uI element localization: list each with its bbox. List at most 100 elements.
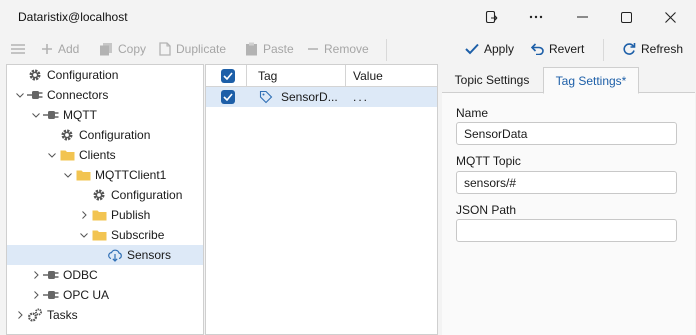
name-label: Name [456,106,489,120]
json-path-label: JSON Path [456,203,517,217]
chevron-right-icon[interactable] [79,205,89,225]
folder-icon [91,227,107,243]
row-checkbox[interactable] [221,87,235,107]
chevron-down-icon[interactable] [31,105,41,125]
tree-item-opc-ua[interactable]: OPC UA [7,285,203,305]
tree-item-configuration[interactable]: Configuration [7,65,203,85]
undo-icon [531,43,544,55]
column-header-value[interactable]: Value [353,65,383,87]
snap-layout-button[interactable] [470,0,514,34]
copy-button[interactable]: Copy [99,40,146,58]
tree-item-subscribe[interactable]: Subscribe [7,225,203,245]
grid-header: Tag Value [206,65,437,87]
hamburger-icon [11,44,25,54]
add-button[interactable]: Add [41,40,79,58]
tab-topic-settings[interactable]: Topic Settings [442,67,542,93]
tree-item-label: Publish [111,208,151,222]
tree-item-mqttclient1[interactable]: MQTTClient1 [7,165,203,185]
tree-item-label: Configuration [47,68,119,82]
refresh-button[interactable]: Refresh [622,40,683,58]
chevron-right-icon[interactable] [31,265,41,285]
tree-item-label: Configuration [79,128,151,142]
mqtt-topic-label: MQTT Topic [456,154,521,168]
tag-cell: SensorD... [281,90,338,104]
select-all-checkbox[interactable] [221,65,235,87]
plug-icon [43,287,59,303]
menu-button[interactable] [11,40,25,58]
table-row[interactable]: SensorD... ... [206,87,437,107]
tree-item-client-configuration[interactable]: Configuration [7,185,203,205]
tree-item-label: Tasks [47,308,78,322]
toolbar: Add Copy Duplicate Paste Remove Apply Re… [0,34,696,64]
revert-label: Revert [549,42,585,56]
remove-button[interactable]: Remove [307,40,369,58]
cloud-download-icon [107,247,123,263]
tag-grid: Tag Value SensorD... ... [205,64,438,335]
detail-panel: Topic Settings Tag Settings* Name Sensor… [442,64,695,335]
folder-icon [91,207,107,223]
tree-item-sensors[interactable]: Sensors [7,245,203,265]
paste-button[interactable]: Paste [245,40,294,58]
refresh-label: Refresh [641,42,684,56]
tree-item-tasks[interactable]: Tasks [7,305,203,325]
snap-icon [485,10,498,24]
refresh-icon [623,43,636,55]
tree-item-label: Clients [79,148,116,162]
minus-icon [308,48,318,50]
more-icon [529,15,543,19]
toolbar-separator [603,39,604,61]
chevron-right-icon[interactable] [31,285,41,305]
chevron-down-icon[interactable] [15,85,25,105]
maximize-icon [620,11,632,23]
window-title: Dataristix@localhost [18,10,128,24]
tree-item-odbc[interactable]: ODBC [7,265,203,285]
tree-item-label: ODBC [63,268,98,282]
close-button[interactable] [648,0,692,34]
checkbox-checked-icon [221,69,235,83]
tree-view: Configuration Connectors MQTT Configurat… [6,64,204,335]
column-divider [345,65,346,87]
tree-item-label: MQTT [63,108,97,122]
tree-item-publish[interactable]: Publish [7,205,203,225]
tree-item-label: MQTTClient1 [95,168,167,182]
column-divider [246,65,247,87]
checkbox-checked-icon [221,90,235,104]
tree-item-label: Configuration [111,188,183,202]
apply-button[interactable]: Apply [465,40,514,58]
chevron-down-icon[interactable] [47,145,57,165]
remove-label: Remove [324,42,369,56]
gear-icon [59,127,75,143]
chevron-down-icon[interactable] [63,165,73,185]
chevron-down-icon[interactable] [79,225,89,245]
tree-item-connectors[interactable]: Connectors [7,85,203,105]
plug-icon [43,107,59,123]
gear-icon [27,67,43,83]
json-path-field[interactable] [456,219,677,242]
minimize-button[interactable] [560,0,604,34]
tag-icon [259,87,273,107]
name-field[interactable]: SensorData [456,122,677,145]
mqtt-topic-field[interactable]: sensors/# [456,171,677,194]
more-options-button[interactable] [514,0,558,34]
plug-icon [43,267,59,283]
tree-item-clients[interactable]: Clients [7,145,203,165]
checkmark-icon [465,43,479,55]
gear-icon [91,187,107,203]
revert-button[interactable]: Revert [531,40,584,58]
duplicate-label: Duplicate [176,42,227,56]
duplicate-button[interactable]: Duplicate [159,40,226,58]
tree-item-mqtt-configuration[interactable]: Configuration [7,125,203,145]
folder-icon [75,167,91,183]
paste-icon [246,42,257,56]
column-header-tag[interactable]: Tag [258,65,277,87]
chevron-right-icon[interactable] [15,305,25,325]
tree-item-label: Subscribe [111,228,165,242]
plus-icon [42,44,52,54]
tab-tag-settings[interactable]: Tag Settings* [543,67,639,94]
plug-icon [27,87,43,103]
folder-icon [59,147,75,163]
maximize-button[interactable] [604,0,648,34]
close-icon [664,11,676,23]
duplicate-icon [159,42,171,56]
tree-item-mqtt[interactable]: MQTT [7,105,203,125]
